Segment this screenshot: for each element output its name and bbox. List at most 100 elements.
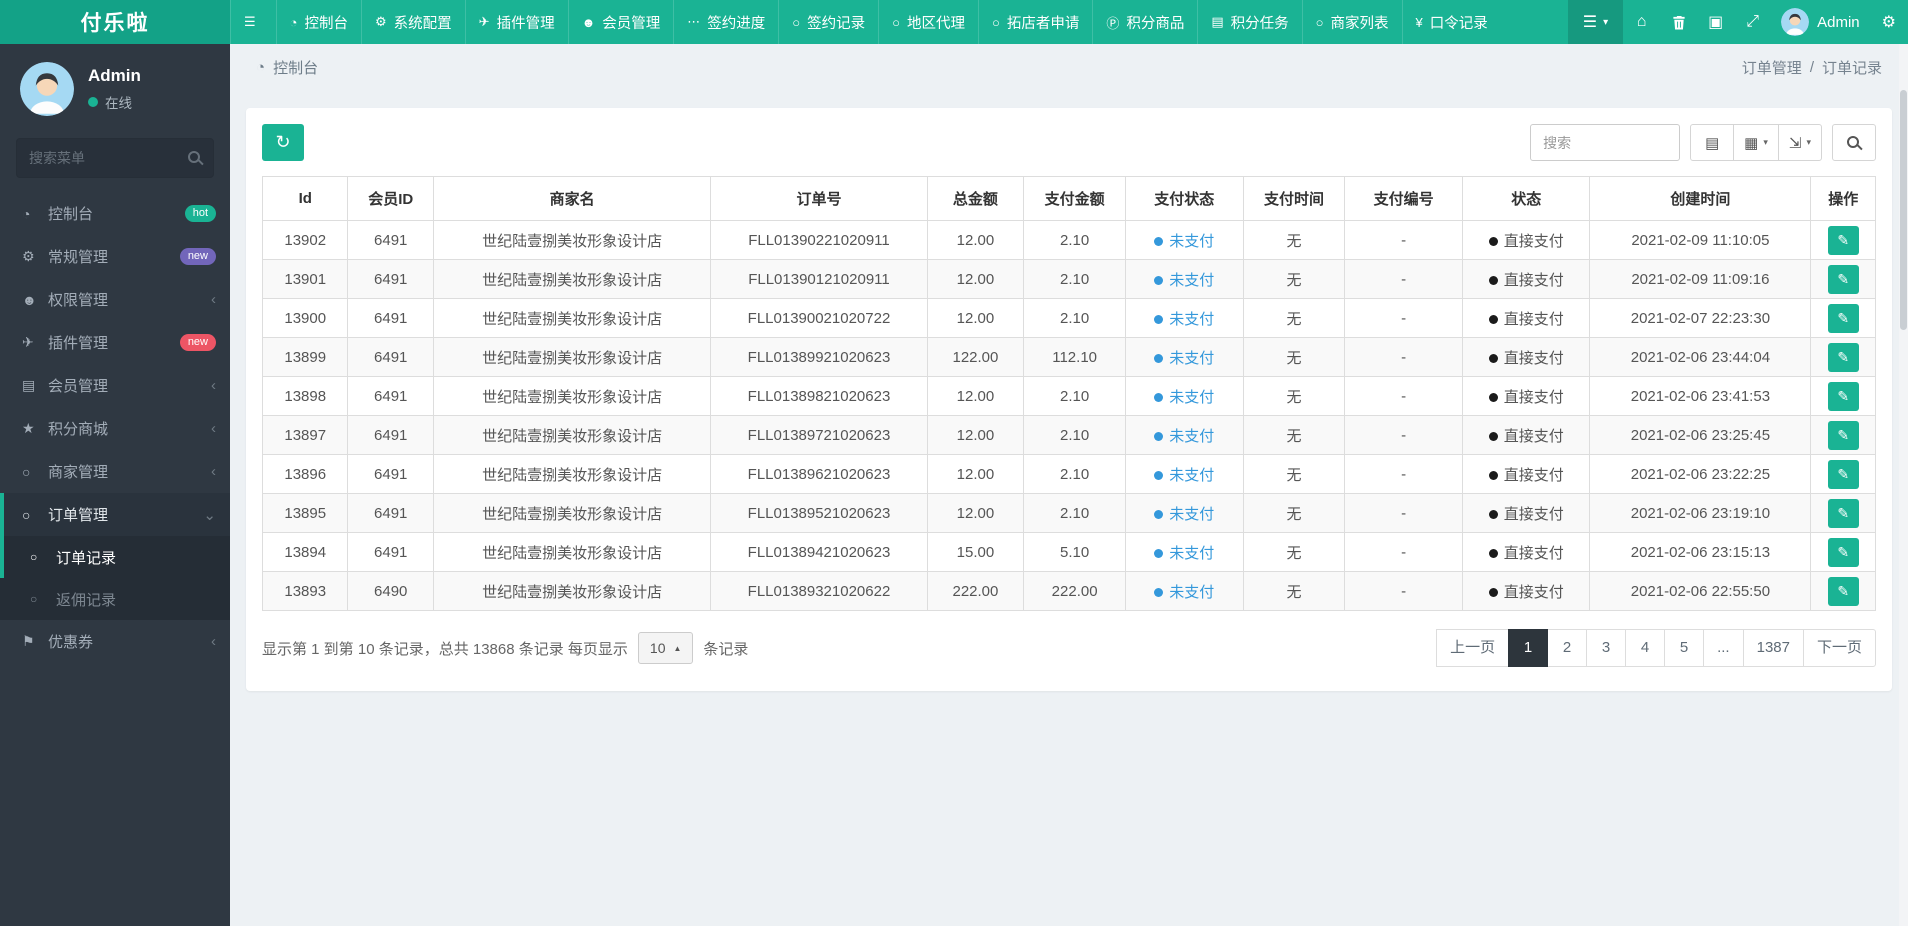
scrollbar-thumb[interactable] <box>1900 90 1907 330</box>
column-header[interactable]: 创建时间 <box>1589 176 1812 221</box>
column-header[interactable]: 总金额 <box>926 176 1025 221</box>
cell-created: 2021-02-06 23:44:04 <box>1589 337 1812 377</box>
export-icon: ⇲ <box>1788 134 1802 152</box>
cell-actions: ✎ <box>1810 298 1876 338</box>
nav-item[interactable]: ○ 拓店者申请 <box>977 0 1092 44</box>
nav-item[interactable]: ○ 签约记录 <box>778 0 878 44</box>
column-header[interactable]: 会员ID <box>347 176 434 221</box>
column-header[interactable]: 支付金额 <box>1023 176 1126 221</box>
cell-member-id: 6491 <box>347 454 434 494</box>
search-button[interactable] <box>1832 124 1876 161</box>
nav-item-label: 会员管理 <box>602 15 661 32</box>
column-header[interactable]: 支付编号 <box>1344 176 1463 221</box>
page-button[interactable]: 上一页 <box>1436 629 1510 667</box>
table-row: 13902 6491 世纪陆壹捌美妆形象设计店 FLL0139022102091… <box>261 220 1876 260</box>
cell-pay-time: 无 <box>1242 415 1346 455</box>
sidebar-item-rebate-records[interactable]: ○ 返佣记录 <box>0 578 230 620</box>
cell-member-id: 6491 <box>347 493 434 533</box>
page-button[interactable]: 下一页 <box>1802 629 1876 667</box>
edit-button[interactable]: ✎ <box>1827 225 1859 255</box>
gear-icon[interactable]: ⚙ <box>1870 0 1908 44</box>
trash-icon[interactable] <box>1660 0 1697 44</box>
sidebar-item-order-records[interactable]: ○ 订单记录 <box>0 536 230 578</box>
records-info: 显示第 1 到第 10 条记录，总共 13868 条记录 每页显示 10 ▲ 条… <box>262 632 748 664</box>
sidebar-item-coupons[interactable]: ⚑ 优惠券 ‹ <box>0 620 230 663</box>
list-view-button[interactable]: ▤ <box>1690 124 1735 161</box>
edit-button[interactable]: ✎ <box>1827 537 1859 567</box>
columns-button[interactable]: ▦ ▾ <box>1733 124 1779 161</box>
table-search-input[interactable] <box>1530 124 1681 161</box>
column-header[interactable]: 订单号 <box>710 176 928 221</box>
page-button[interactable]: 1 <box>1508 629 1549 667</box>
user-menu[interactable]: Admin <box>1771 0 1870 44</box>
nav-item-icon: Ⓟ <box>1106 15 1120 31</box>
breadcrumb-section[interactable]: 控制台 <box>273 57 318 78</box>
chevron-left-icon: ‹ <box>211 633 216 650</box>
page-scrollbar[interactable] <box>1899 44 1908 926</box>
edit-button[interactable]: ✎ <box>1827 342 1859 372</box>
column-header[interactable]: 商家名 <box>432 176 712 221</box>
edit-button[interactable]: ✎ <box>1827 459 1859 489</box>
cell-pay-status: 未支付 <box>1124 415 1244 455</box>
cell-pay-no: - <box>1344 220 1463 260</box>
page-button[interactable]: 1387 <box>1742 629 1804 667</box>
cell-created: 2021-02-06 23:15:13 <box>1589 532 1812 572</box>
view-button-group: ▤ ▦ ▾ ⇲ ▾ <box>1690 124 1822 161</box>
sidebar-item-merchants[interactable]: ○ 商家管理 ‹ <box>0 450 230 493</box>
nav-item[interactable]: Ⓟ 积分商品 <box>1092 0 1197 44</box>
page-button[interactable]: 3 <box>1586 629 1627 667</box>
sidebar-item-orders[interactable]: ○ 订单管理 ⌄ <box>0 493 230 536</box>
home-icon[interactable]: ⌂ <box>1623 0 1660 44</box>
cache-icon[interactable]: ▣ <box>1697 0 1734 44</box>
sidebar-item-plugins[interactable]: ✈ 插件管理 new <box>0 321 230 364</box>
nav-item[interactable]: ¥ 口令记录 <box>1401 0 1501 44</box>
edit-button[interactable]: ✎ <box>1827 420 1859 450</box>
sidebar-item-general[interactable]: ⚙ 常规管理 new <box>0 235 230 278</box>
nav-item[interactable]: ✈ 插件管理 <box>464 0 568 44</box>
fullscreen-icon[interactable]: ⤢ <box>1734 0 1771 44</box>
edit-button[interactable]: ✎ <box>1827 576 1859 606</box>
edit-button[interactable]: ✎ <box>1827 264 1859 294</box>
column-header[interactable]: 状态 <box>1461 176 1591 221</box>
nav-item[interactable]: ○ 商家列表 <box>1301 0 1402 44</box>
page-size-select[interactable]: 10 ▲ <box>637 632 694 664</box>
page-button[interactable]: 5 <box>1664 629 1705 667</box>
edit-button[interactable]: ✎ <box>1827 303 1859 333</box>
nav-item-icon: ⚙ <box>375 14 387 29</box>
list-view-icon: ▤ <box>1705 134 1720 152</box>
pay-status-dot-icon <box>1154 276 1164 286</box>
column-header[interactable]: 支付状态 <box>1124 176 1244 221</box>
export-button[interactable]: ⇲ ▾ <box>1777 124 1822 161</box>
sidebar-item-dashboard[interactable]: ◔ 控制台 hot <box>0 192 230 235</box>
nav-item[interactable]: ☻ 会员管理 <box>567 0 674 44</box>
nav-item[interactable]: ☰ <box>230 0 276 44</box>
nav-item[interactable]: ⚙ 系统配置 <box>361 0 465 44</box>
cell-pay-no: - <box>1344 493 1463 533</box>
nav-item[interactable]: ⋯ 签约进度 <box>673 0 778 44</box>
menu-dropdown-toggle[interactable]: ☰ ▾ <box>1567 0 1624 44</box>
cell-status: 直接支付 <box>1461 571 1591 611</box>
page-button[interactable]: 2 <box>1547 629 1588 667</box>
pay-status-dot-icon <box>1154 549 1164 559</box>
sidebar-item-permissions[interactable]: ☻ 权限管理 ‹ <box>0 278 230 321</box>
column-header[interactable]: 支付时间 <box>1242 176 1346 221</box>
refresh-button[interactable]: ↻ <box>262 124 304 161</box>
sidebar-item-members[interactable]: ▤ 会员管理 ‹ <box>0 364 230 407</box>
edit-button[interactable]: ✎ <box>1827 381 1859 411</box>
edit-button[interactable]: ✎ <box>1827 498 1859 528</box>
cell-total: 12.00 <box>926 376 1025 416</box>
pencil-icon: ✎ <box>1837 348 1850 365</box>
sidebar-item-points-mall[interactable]: ★ 积分商城 ‹ <box>0 407 230 450</box>
column-header[interactable]: 操作 <box>1810 176 1876 221</box>
column-header[interactable]: Id <box>261 176 349 221</box>
nav-item[interactable]: ○ 地区代理 <box>878 0 978 44</box>
cell-pay-time: 无 <box>1242 298 1346 338</box>
page-button[interactable]: 4 <box>1625 629 1666 667</box>
breadcrumb-parent[interactable]: 订单管理 <box>1742 57 1802 78</box>
search-icon <box>188 151 202 165</box>
nav-item[interactable]: ◔ 控制台 <box>275 0 361 44</box>
nav-item[interactable]: ▤ 积分任务 <box>1197 0 1301 44</box>
cell-actions: ✎ <box>1810 454 1876 494</box>
sidebar-search-input[interactable] <box>16 138 214 178</box>
page-button[interactable]: ... <box>1703 629 1744 667</box>
